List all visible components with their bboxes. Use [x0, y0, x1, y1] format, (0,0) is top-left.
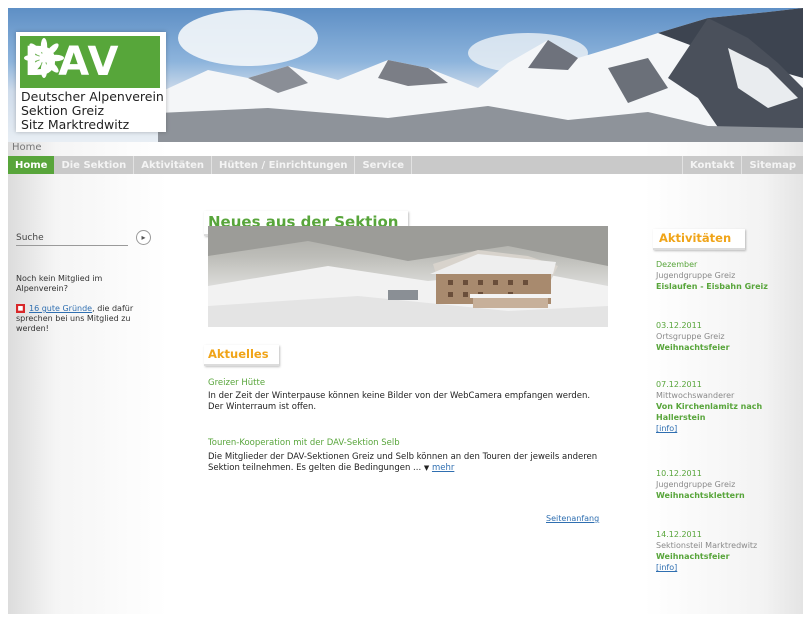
event-title[interactable]: Weihnachtsfeier [656, 342, 801, 353]
news-text-2: Die Mitglieder der DAV-Sektionen Greiz u… [208, 452, 608, 474]
logo-line-2: Sektion Greiz [21, 103, 105, 118]
hut-illustration [208, 226, 608, 327]
nav-item-service[interactable]: Service [355, 156, 413, 174]
event-group: Mittwochswanderer [656, 391, 735, 400]
more-link[interactable]: mehr [432, 463, 454, 473]
main-nav: Home Die Sektion Aktivitäten Hütten / Ei… [8, 156, 803, 174]
news-heading: Aktuelles [204, 345, 279, 366]
membership-reasons: ■ 16 gute Gründe, die dafür sprechen bei … [16, 304, 156, 334]
logo-line-3: Sitz Marktredwitz [21, 117, 130, 132]
event-info-link[interactable]: [info] [656, 562, 801, 573]
event-item[interactable]: 03.12.2011 Ortsgruppe Greiz Weihnachtsfe… [656, 320, 801, 353]
breadcrumb[interactable]: Home [12, 142, 42, 153]
nav-item-kontakt[interactable]: Kontakt [681, 156, 742, 174]
search-input[interactable]: Suche [16, 232, 128, 246]
event-group: Sektionsteil Marktredwitz [656, 541, 758, 550]
news-text-2-body: Die Mitglieder der DAV-Sektionen Greiz u… [208, 452, 598, 473]
search-submit-button[interactable]: ▸ [136, 230, 151, 245]
event-item[interactable]: 14.12.2011 Sektionsteil Marktredwitz Wei… [656, 529, 801, 573]
event-title[interactable]: Von Kirchenlamitz nach Hallerstein [656, 401, 801, 423]
event-date: 10.12.2011 [656, 469, 702, 478]
nav-item-aktivitaeten[interactable]: Aktivitäten [134, 156, 213, 174]
arrow-right-icon: ▸ [141, 233, 146, 242]
dav-logo[interactable]: DAV Deutscher Alpenverein Sektion Greiz … [16, 32, 166, 132]
hut-photo [208, 226, 608, 327]
header-banner: DAV Deutscher Alpenverein Sektion Greiz … [8, 8, 803, 142]
event-date: 03.12.2011 [656, 321, 702, 330]
event-date: 14.12.2011 [656, 530, 702, 539]
event-title[interactable]: Weihnachtsklettern [656, 490, 801, 501]
event-group: Jugendgruppe Greiz [656, 480, 736, 489]
activities-heading: Aktivitäten [653, 229, 746, 250]
nav-item-home[interactable]: Home [8, 156, 55, 174]
news-text-1: In der Zeit der Winterpause können keine… [208, 391, 591, 412]
logo-emblem: DAV [20, 36, 160, 88]
logo-line-1: Deutscher Alpenverein [21, 89, 164, 104]
event-item[interactable]: 10.12.2011 Jugendgruppe Greiz Weihnachts… [656, 468, 801, 501]
event-title[interactable]: Weihnachtsfeier [656, 551, 801, 562]
event-date: 07.12.2011 [656, 380, 702, 389]
nav-item-huetten[interactable]: Hütten / Einrichtungen [212, 156, 356, 174]
event-title[interactable]: Eislaufen - Eisbahn Greiz [656, 281, 801, 292]
pdf-icon: ■ [16, 304, 25, 313]
nav-item-die-sektion[interactable]: Die Sektion [54, 156, 135, 174]
logo-subtitle: Deutscher Alpenverein Sektion Greiz Sitz… [21, 90, 164, 132]
nav-item-sitemap[interactable]: Sitemap [741, 156, 803, 174]
news-title-1[interactable]: Greizer Hütte [208, 378, 265, 388]
news-title-2[interactable]: Touren-Kooperation mit der DAV-Sektion S… [208, 438, 400, 448]
event-date: Dezember [656, 260, 698, 269]
event-item[interactable]: 07.12.2011 Mittwochswanderer Von Kirchen… [656, 379, 801, 434]
page-top-link[interactable]: Seitenanfang [546, 514, 599, 523]
triangle-down-icon: ▼ [423, 464, 430, 472]
event-info-link[interactable]: [info] [656, 423, 801, 434]
reasons-link[interactable]: 16 gute Gründe [29, 304, 92, 313]
member-question: Noch kein Mitglied im Alpenverein? [16, 274, 103, 293]
event-group: Ortsgruppe Greiz [656, 332, 725, 341]
event-item[interactable]: Dezember Jugendgruppe Greiz Eislaufen - … [656, 259, 801, 292]
event-group: Jugendgruppe Greiz [656, 271, 736, 280]
edelweiss-icon [24, 38, 64, 78]
